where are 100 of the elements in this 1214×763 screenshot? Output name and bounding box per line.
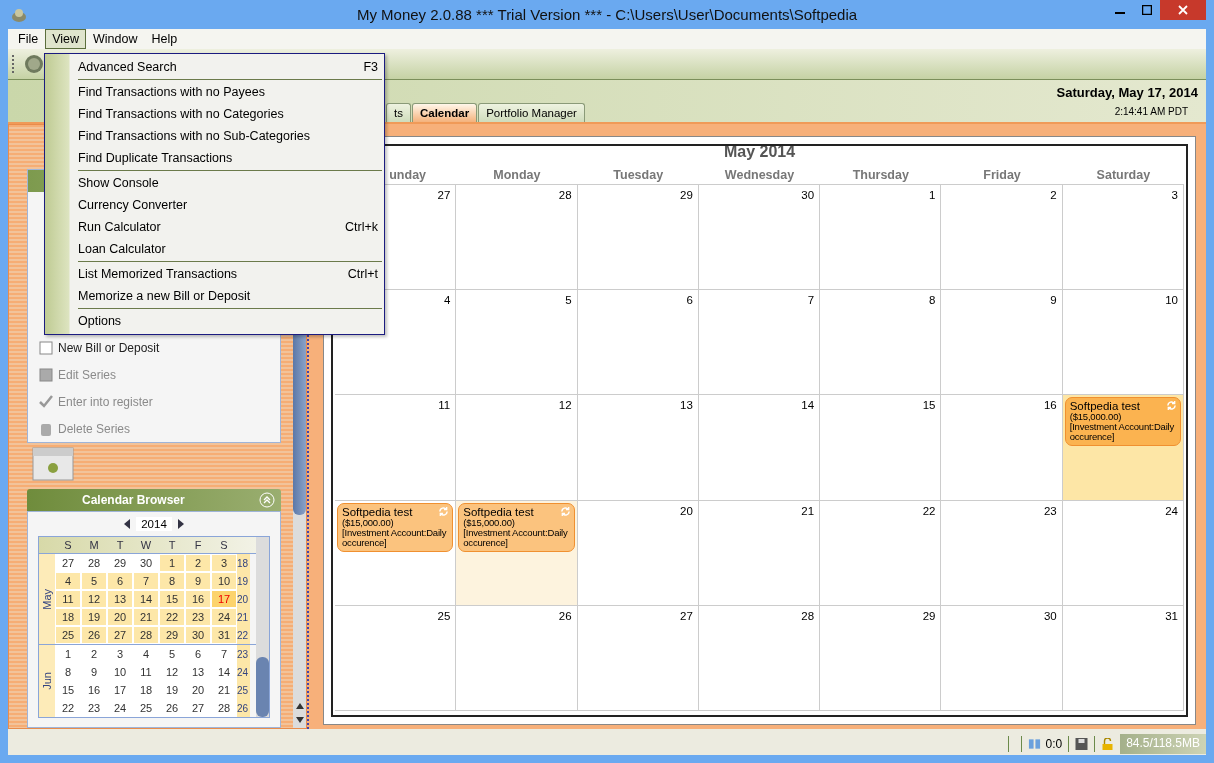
event-card[interactable]: Softpedia test ($15,000.00) [Investment Account:Daily occurence] <box>337 502 454 552</box>
day-cell[interactable]: 24 <box>211 608 237 626</box>
day-cell[interactable]: 14 <box>133 590 159 608</box>
day-cell[interactable]: 20 <box>185 681 211 699</box>
day-cell[interactable]: 23 <box>185 608 211 626</box>
day-cell[interactable]: 21 <box>698 500 821 606</box>
day-cell[interactable]: 25 <box>335 605 457 711</box>
menu-item[interactable]: View <box>45 29 87 49</box>
day-cell[interactable]: 3 <box>211 554 237 572</box>
day-cell[interactable]: Softpedia test ($15,000.00) [Investment Account:Daily occurence] <box>456 500 578 606</box>
tab[interactable]: Portfolio Manager <box>478 103 585 122</box>
menu-item[interactable]: Advanced Search F3 <box>45 56 384 78</box>
day-cell[interactable]: 1 <box>159 554 185 572</box>
day-cell[interactable]: 28 <box>456 185 578 291</box>
day-cell[interactable]: 28 <box>81 554 107 572</box>
day-cell[interactable]: 20 <box>577 500 699 606</box>
menu-item[interactable]: Help <box>144 29 185 49</box>
day-cell[interactable]: 27 <box>55 554 81 572</box>
day-cell[interactable]: 24 <box>107 699 133 717</box>
day-cell[interactable]: 18 <box>133 681 159 699</box>
day-cell[interactable]: 15 <box>55 681 81 699</box>
tab[interactable]: Calendar <box>411 103 478 122</box>
day-cell[interactable]: 27 <box>577 605 699 711</box>
day-cell[interactable]: 12 <box>159 663 185 681</box>
day-cell[interactable]: 28 <box>133 626 159 644</box>
lock-icon[interactable] <box>1101 738 1115 750</box>
day-cell[interactable]: 1 <box>820 185 942 291</box>
day-cell[interactable]: 16 <box>185 590 211 608</box>
day-cell[interactable]: 7 <box>133 572 159 590</box>
event-card[interactable]: Softpedia test ($15,000.00) [Investment Account:Daily occurence] <box>1064 397 1181 447</box>
day-cell[interactable]: 19 <box>159 681 185 699</box>
day-cell[interactable]: 10 <box>211 572 237 590</box>
day-cell[interactable]: 12 <box>456 395 578 501</box>
day-cell[interactable]: 26 <box>81 626 107 644</box>
day-cell[interactable]: 30 <box>185 626 211 644</box>
close-button[interactable] <box>1160 0 1206 20</box>
day-cell[interactable]: 25 <box>133 699 159 717</box>
day-cell[interactable]: 14 <box>211 663 237 681</box>
day-cell[interactable]: 13 <box>107 590 133 608</box>
day-cell[interactable]: 23 <box>941 500 1063 606</box>
day-cell[interactable]: 25 <box>55 626 81 644</box>
day-cell[interactable]: 20 <box>107 608 133 626</box>
day-cell[interactable]: 11 <box>335 395 457 501</box>
day-cell[interactable]: 11 <box>133 663 159 681</box>
tab[interactable]: ts <box>386 103 411 122</box>
day-cell[interactable]: 8 <box>820 290 942 396</box>
day-cell[interactable]: 26 <box>456 605 578 711</box>
day-cell[interactable]: 21 <box>133 608 159 626</box>
day-cell[interactable]: 29 <box>820 605 942 711</box>
day-cell[interactable]: 26 <box>159 699 185 717</box>
day-cell[interactable]: 30 <box>941 605 1063 711</box>
day-cell[interactable]: 29 <box>577 185 699 291</box>
year-field[interactable]: 2014 <box>136 517 172 531</box>
day-cell[interactable]: 31 <box>211 626 237 644</box>
menu-item[interactable]: Window <box>86 29 145 49</box>
day-cell[interactable]: 30 <box>133 554 159 572</box>
save-icon[interactable] <box>1075 738 1089 750</box>
day-cell[interactable]: 6 <box>577 290 699 396</box>
day-cell[interactable]: 18 <box>55 608 81 626</box>
day-cell[interactable]: 30 <box>698 185 821 291</box>
day-cell[interactable]: 17 <box>107 681 133 699</box>
day-cell[interactable]: 23 <box>81 699 107 717</box>
next-year-button[interactable] <box>177 519 184 529</box>
day-cell[interactable]: 7 <box>211 645 237 663</box>
day-cell[interactable]: 27 <box>107 626 133 644</box>
day-cell[interactable]: 11 <box>55 590 81 608</box>
day-cell[interactable]: 7 <box>698 290 821 396</box>
day-cell[interactable]: 28 <box>698 605 821 711</box>
day-cell[interactable]: 3 <box>107 645 133 663</box>
day-cell[interactable]: 4 <box>55 572 81 590</box>
day-cell[interactable]: 8 <box>55 663 81 681</box>
menu-item[interactable]: Find Transactions with no Categories <box>45 103 384 125</box>
day-cell[interactable]: 4 <box>133 645 159 663</box>
coin-icon[interactable] <box>24 54 44 74</box>
menu-item[interactable]: Find Transactions with no Sub-Categories <box>45 125 384 147</box>
day-cell[interactable]: 13 <box>185 663 211 681</box>
day-cell[interactable]: 5 <box>81 572 107 590</box>
day-cell[interactable]: 22 <box>55 699 81 717</box>
day-cell[interactable]: 5 <box>456 290 578 396</box>
day-cell[interactable]: 16 <box>81 681 107 699</box>
day-cell[interactable]: 1 <box>55 645 81 663</box>
action-item[interactable]: New Bill or Deposit <box>38 339 160 357</box>
day-cell[interactable]: Softpedia test ($15,000.00) [Investment Account:Daily occurence] <box>1062 395 1184 501</box>
day-cell[interactable]: 16 <box>941 395 1063 501</box>
day-cell[interactable]: 12 <box>81 590 107 608</box>
day-cell[interactable]: 2 <box>185 554 211 572</box>
day-cell[interactable]: 14 <box>698 395 821 501</box>
day-cell[interactable]: 29 <box>107 554 133 572</box>
event-card[interactable]: Softpedia test ($15,000.00) [Investment Account:Daily occurence] <box>458 502 575 552</box>
previous-year-button[interactable] <box>124 519 131 529</box>
day-cell[interactable]: 6 <box>185 645 211 663</box>
menu-item[interactable]: File <box>11 29 46 49</box>
day-cell[interactable]: 31 <box>1062 605 1184 711</box>
day-cell[interactable]: 29 <box>159 626 185 644</box>
day-cell[interactable]: 3 <box>1062 185 1184 291</box>
scroll-up-icon[interactable] <box>294 702 305 710</box>
day-cell[interactable]: 24 <box>1062 500 1184 606</box>
day-cell[interactable]: 6 <box>107 572 133 590</box>
day-cell[interactable]: 2 <box>81 645 107 663</box>
day-cell[interactable]: 28 <box>211 699 237 717</box>
